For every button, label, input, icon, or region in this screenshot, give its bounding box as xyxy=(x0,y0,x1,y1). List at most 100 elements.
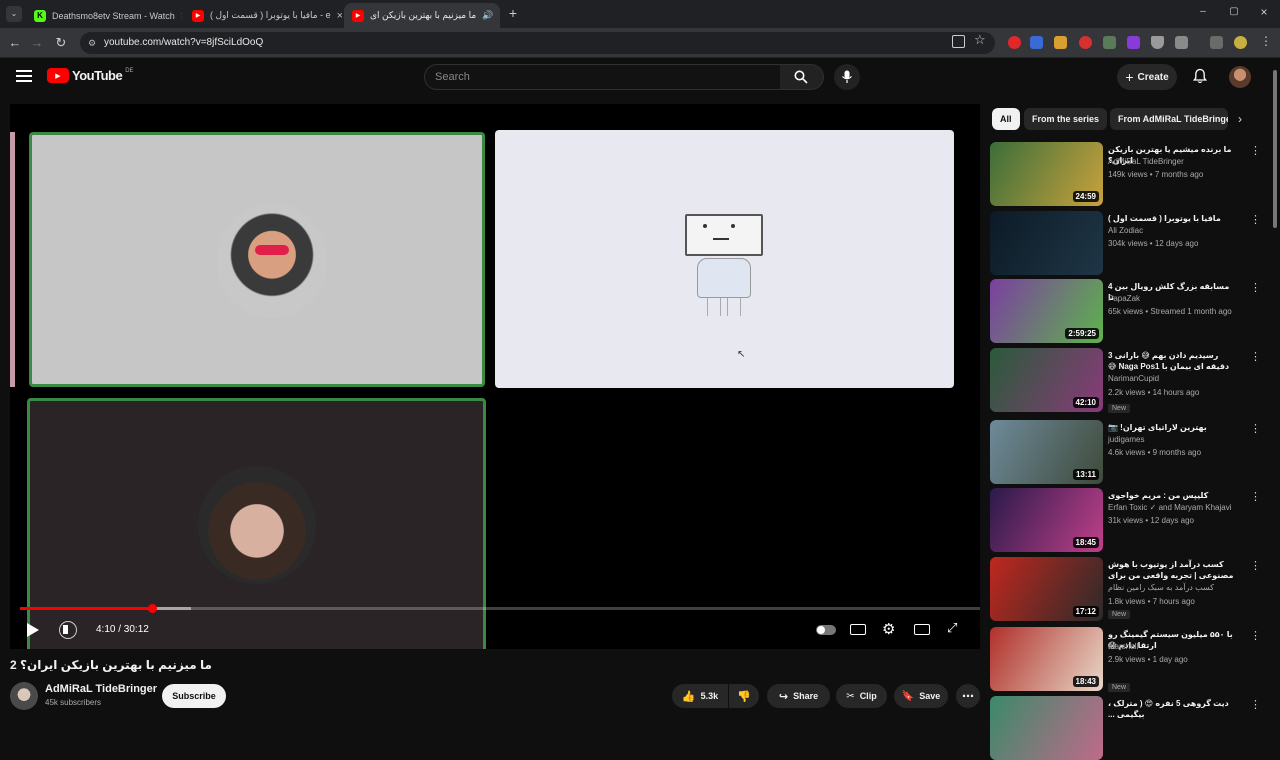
recommendation-channel[interactable]: AdMiRaL TideBringer xyxy=(1108,157,1184,166)
tab-deathsmo8etv[interactable]: K Deathsmo8etv Stream - Watch × xyxy=(26,3,182,28)
close-window-button[interactable]: × xyxy=(1257,5,1271,19)
browser-menu-icon[interactable]: ⋮ xyxy=(1260,34,1272,48)
tab-mafia[interactable]: ▶ مافیا با یوتوبرا ( قسمت اول ) - e × xyxy=(184,3,342,28)
tab-close-icon[interactable]: × xyxy=(181,10,182,22)
create-button[interactable]: + Create xyxy=(1117,64,1177,90)
profile-avatar-icon[interactable] xyxy=(1234,36,1247,49)
progress-bar[interactable] xyxy=(20,604,980,613)
autoplay-toggle[interactable] xyxy=(816,625,836,635)
save-button[interactable]: 🔖 Save xyxy=(894,684,948,708)
share-button[interactable]: ↪ Share xyxy=(767,684,830,708)
more-vertical-icon[interactable]: ⋮ xyxy=(1250,144,1261,157)
more-vertical-icon[interactable]: ⋮ xyxy=(1250,281,1261,294)
chevron-right-icon[interactable]: › xyxy=(1238,112,1242,126)
recommendation-channel[interactable]: NarimanCupid xyxy=(1108,374,1159,383)
video-thumbnail[interactable]: 18:43 xyxy=(990,627,1103,691)
settings-gear-icon[interactable]: ⚙ xyxy=(882,620,895,638)
extension-icon[interactable] xyxy=(1103,36,1116,49)
search-input[interactable]: Search xyxy=(424,64,781,90)
video-thumbnail[interactable]: 2:59:25 xyxy=(990,279,1103,343)
video-thumbnail[interactable]: 24:59 xyxy=(990,142,1103,206)
youtube-logo[interactable]: ▶ YouTube DE xyxy=(47,68,134,83)
fullscreen-icon[interactable]: ⤢ xyxy=(947,620,957,636)
shield-icon[interactable] xyxy=(1151,36,1164,49)
extension-icon[interactable] xyxy=(1079,36,1092,49)
extension-icon[interactable] xyxy=(1127,36,1140,49)
tab-close-icon[interactable]: × xyxy=(499,10,500,22)
more-vertical-icon[interactable]: ⋮ xyxy=(1250,422,1261,435)
account-avatar[interactable] xyxy=(1229,66,1251,88)
recommendation-title[interactable]: رسیدیم دادن بهم 😅 بارانی 3 دقیقه ای بیما… xyxy=(1108,350,1236,372)
recommendation-channel[interactable]: PapaZak xyxy=(1108,294,1140,303)
subscribe-button[interactable]: Subscribe xyxy=(162,684,226,708)
sidebar-panel-icon[interactable] xyxy=(1210,36,1223,49)
chip-from-channel[interactable]: From AdMiRaL TideBringer xyxy=(1110,108,1228,130)
recommendation-channel[interactable]: Erfan Toxic ✓ and Maryam Khajavi xyxy=(1108,503,1232,512)
channel-avatar[interactable] xyxy=(10,682,38,710)
recommendation-item[interactable]: دیت گروهی 5 نفره 😍 ( مترلک ، بیگیمی ... ⋮ xyxy=(990,696,1270,760)
recommendation-channel[interactable]: Marshall xyxy=(1108,642,1138,651)
bookmark-star-icon[interactable]: ☆ xyxy=(974,32,986,48)
recommendation-title[interactable]: دیت گروهی 5 نفره 😍 ( مترلک ، بیگیمی ... xyxy=(1108,698,1236,720)
more-vertical-icon[interactable]: ⋮ xyxy=(1250,559,1261,572)
thumbs-up-icon: 👍 xyxy=(681,690,696,703)
hamburger-menu-icon[interactable] xyxy=(16,70,32,82)
recommendation-channel[interactable]: کسب درآمد به سبک رامین نظام xyxy=(1108,583,1214,592)
more-vertical-icon[interactable]: ⋮ xyxy=(1250,350,1261,363)
recommendation-item[interactable]: 24:59 ما برنده میشیم یا بهترین بازیکن ایر… xyxy=(990,142,1270,206)
chip-from-series[interactable]: From the series xyxy=(1024,108,1108,130)
address-field[interactable]: ⚙ youtube.com/watch?v=8jfSciLdOoQ xyxy=(80,32,995,54)
recommendation-item[interactable]: 2:59:25 مسابقه بزرگ کلش رویال بین 4 تا Pap… xyxy=(990,279,1270,343)
recommendation-channel[interactable]: Ali Zodiac xyxy=(1108,226,1143,235)
tab-close-icon[interactable]: × xyxy=(337,10,342,22)
recommendation-item[interactable]: مافیا با یوتوبرا ( قسمت اول ) Ali Zodiac 3… xyxy=(990,211,1270,275)
video-thumbnail[interactable]: 18:45 xyxy=(990,488,1103,552)
more-vertical-icon[interactable]: ⋮ xyxy=(1250,629,1261,642)
scrollbar[interactable] xyxy=(1272,60,1278,720)
video-thumbnail[interactable]: 17:12 xyxy=(990,557,1103,621)
chip-all[interactable]: All xyxy=(992,108,1020,130)
maximize-button[interactable]: ▢ xyxy=(1227,6,1241,20)
recommendation-item[interactable]: 13:11 بهترین لاراتیای تهران! 📷 judigames 4.… xyxy=(990,420,1270,484)
recommendation-item[interactable]: 18:43 با ۵۵۰ میلیون سیستم گیمینگ رو ارتقا… xyxy=(990,627,1270,692)
install-app-icon[interactable] xyxy=(952,35,965,48)
extension-icon[interactable] xyxy=(1030,36,1043,49)
minimize-button[interactable]: – xyxy=(1196,6,1210,20)
tab-search-icon[interactable]: ⌄ xyxy=(6,6,22,22)
puzzle-icon[interactable] xyxy=(1175,36,1188,49)
play-button[interactable] xyxy=(26,622,40,638)
more-vertical-icon[interactable]: ⋮ xyxy=(1250,490,1261,503)
forward-icon[interactable]: → xyxy=(28,34,46,52)
recommendation-item[interactable]: 42:10 رسیدیم دادن بهم 😅 بارانی 3 دقیقه ای… xyxy=(990,348,1270,413)
back-icon[interactable]: ← xyxy=(6,34,24,52)
video-thumbnail[interactable] xyxy=(990,211,1103,275)
volume-button[interactable] xyxy=(59,621,77,639)
dislike-button[interactable]: 👎 xyxy=(729,684,759,708)
more-vertical-icon[interactable]: ⋮ xyxy=(1250,213,1261,226)
notifications-bell-icon[interactable] xyxy=(1192,68,1208,84)
recommendation-item[interactable]: 18:45 کلیپس من : مریم خواجوی Erfan Toxic ✓… xyxy=(990,488,1270,552)
recommendation-channel[interactable]: judigames xyxy=(1108,435,1144,444)
video-player[interactable]: ↖ 4:10 / 30:12 ⚙ ⤢ xyxy=(10,104,980,649)
reload-icon[interactable]: ↻ xyxy=(52,34,70,52)
video-thumbnail[interactable] xyxy=(990,696,1103,760)
subtitles-icon[interactable] xyxy=(850,624,866,635)
voice-search-button[interactable] xyxy=(834,64,860,90)
more-vertical-icon[interactable]: ⋮ xyxy=(1250,698,1261,711)
speaker-icon[interactable]: 🔊 xyxy=(482,10,493,21)
site-info-icon[interactable]: ⚙ xyxy=(88,32,96,54)
extension-icon[interactable] xyxy=(1054,36,1067,49)
recommendation-title[interactable]: کسب درآمد از یوتیوب با هوش مصنوعی | تجرب… xyxy=(1108,559,1236,581)
search-button[interactable] xyxy=(780,64,824,90)
video-thumbnail[interactable]: 42:10 xyxy=(990,348,1103,412)
theater-mode-icon[interactable] xyxy=(914,624,930,635)
more-actions-button[interactable]: ⋯ xyxy=(956,684,980,708)
video-thumbnail[interactable]: 13:11 xyxy=(990,420,1103,484)
extension-icon[interactable] xyxy=(1008,36,1021,49)
new-tab-button[interactable]: + xyxy=(505,5,521,21)
like-button[interactable]: 👍 5.3k xyxy=(672,684,728,708)
tab-current-video[interactable]: ▶ ما میزنیم با بهترین بازیکن ای 🔊 × xyxy=(344,3,500,28)
recommendation-item[interactable]: 17:12 کسب درآمد از یوتیوب با هوش مصنوعی |… xyxy=(990,557,1270,621)
channel-name[interactable]: AdMiRaL TideBringer xyxy=(45,683,157,695)
clip-button[interactable]: ✂ Clip xyxy=(836,684,887,708)
